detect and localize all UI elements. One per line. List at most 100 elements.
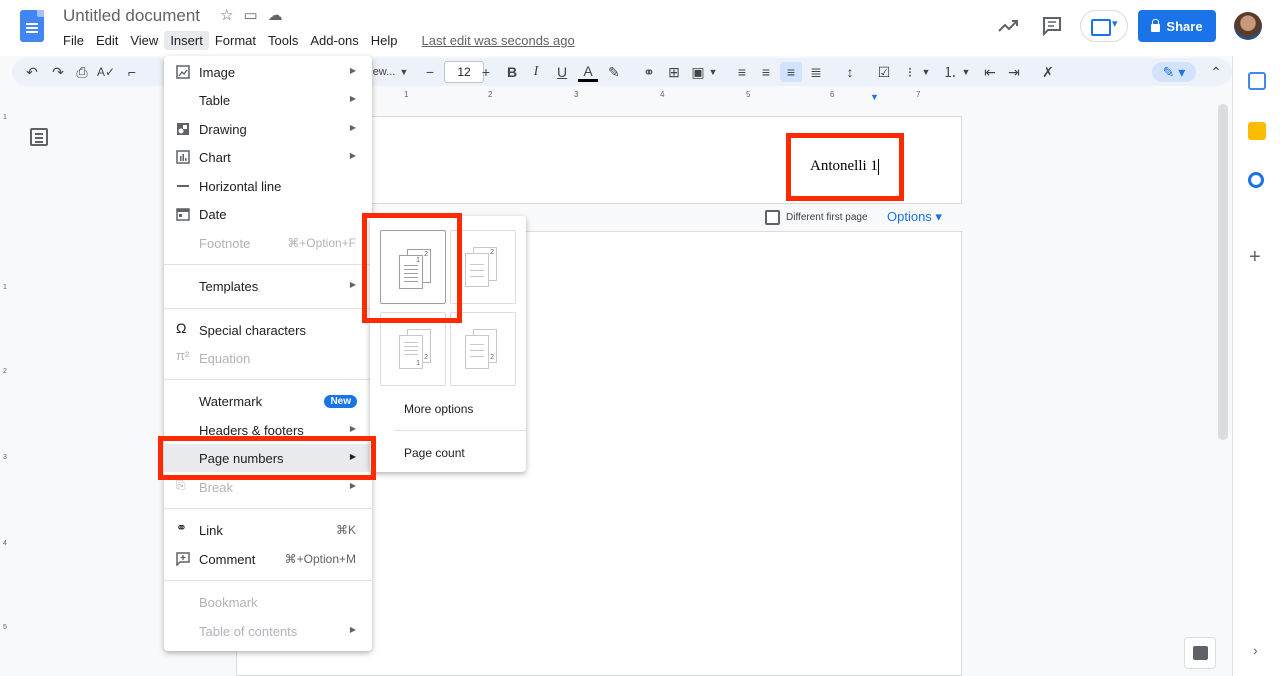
move-folder-icon[interactable]: ▭ [243, 6, 257, 24]
ruler-mark: 1 [3, 284, 7, 291]
menu-item-image[interactable]: Image ▶ [164, 58, 372, 86]
submenu-arrow-icon: ▶ [349, 280, 356, 289]
thumb-page-number: 2 [490, 249, 494, 256]
add-on-plus-icon[interactable]: + [1249, 246, 1261, 269]
menu-bar: File Edit View Insert Format Tools Add-o… [57, 31, 581, 50]
scrollbar[interactable] [1218, 104, 1228, 440]
menu-view[interactable]: View [124, 31, 164, 50]
align-center-icon[interactable]: ≡ [756, 62, 776, 82]
share-button[interactable]: Share [1138, 10, 1216, 42]
document-title[interactable]: Untitled document [63, 6, 200, 26]
menu-item-label: Horizontal line [199, 179, 282, 194]
insert-link-icon[interactable]: ⚭ [638, 62, 660, 82]
menu-item-comment[interactable]: Comment ⌘+Option+M [164, 545, 372, 573]
numbered-list-icon[interactable]: ⒈ [940, 62, 960, 82]
chart-icon [176, 150, 190, 164]
submenu-arrow-icon: ▶ [349, 123, 356, 132]
chevron-down-icon[interactable]: ▼ [398, 62, 410, 82]
cloud-status-icon[interactable]: ☁ [268, 6, 283, 24]
shortcut-hint: ⌘K [335, 523, 356, 537]
increase-font-size-button[interactable]: + [476, 62, 496, 82]
ruler-mark: 2 [3, 368, 7, 375]
align-justify-icon[interactable]: ≣ [806, 62, 826, 82]
menu-item-chart[interactable]: Chart ▶ [164, 143, 372, 171]
chevron-down-icon[interactable]: ▼ [708, 62, 718, 82]
bold-icon[interactable]: B [502, 62, 522, 82]
menu-item-label: Image [199, 65, 236, 80]
text-color-icon[interactable]: A [578, 62, 598, 82]
menu-item-watermark[interactable]: Watermark New [164, 387, 372, 415]
menu-file[interactable]: File [57, 31, 90, 50]
line-spacing-icon[interactable]: ↕ [840, 62, 860, 82]
chevron-right-icon[interactable]: › [1253, 642, 1258, 658]
chevron-down-icon[interactable]: ▼ [960, 62, 972, 82]
activity-trend-icon[interactable] [996, 14, 1020, 38]
ruler-mark: 1 [404, 90, 409, 99]
highlight-color-icon[interactable]: ✎ [604, 62, 624, 82]
ruler-mark: 1 [3, 114, 7, 121]
menu-tools[interactable]: Tools [262, 31, 304, 50]
present-button[interactable] [1080, 10, 1128, 42]
align-left-icon[interactable]: ≡ [732, 62, 752, 82]
checklist-icon[interactable]: ☑ [874, 62, 894, 82]
menu-item-date[interactable]: Date [164, 200, 372, 228]
vertical-ruler[interactable]: 1 1 2 3 4 5 [0, 100, 12, 676]
underline-icon[interactable]: U [552, 62, 572, 82]
menu-item-equation[interactable]: π² Equation [164, 344, 372, 372]
menu-help[interactable]: Help [365, 31, 404, 50]
menu-edit[interactable]: Edit [90, 31, 124, 50]
redo-icon[interactable]: ↷ [48, 62, 68, 82]
docs-logo-icon[interactable] [20, 10, 44, 42]
different-first-page-checkbox[interactable] [765, 210, 780, 225]
menu-item-horizontal-line[interactable]: Horizontal line [164, 172, 372, 200]
italic-icon[interactable]: I [526, 62, 546, 82]
menu-item-table-of-contents[interactable]: Table of contents ▶ [164, 617, 372, 645]
document-outline-icon[interactable] [30, 128, 48, 146]
avatar[interactable] [1234, 12, 1262, 40]
page-number-option-footer-skip-first[interactable]: 2 [450, 312, 516, 386]
spellcheck-icon[interactable]: A✓ [96, 62, 116, 82]
submenu-arrow-icon: ▶ [349, 151, 356, 160]
add-comment-icon[interactable]: ⊞ [664, 62, 684, 82]
page-count-item[interactable]: Page count [404, 446, 465, 460]
link-icon: ⚭ [176, 520, 187, 535]
menu-item-footnote[interactable]: Footnote ⌘+Option+F [164, 229, 372, 257]
menu-item-bookmark[interactable]: Bookmark [164, 588, 372, 616]
undo-icon[interactable]: ↶ [22, 62, 42, 82]
insert-image-icon[interactable]: ▣ [688, 62, 708, 82]
align-right-icon[interactable]: ≡ [780, 62, 802, 82]
menu-item-label: Table [199, 93, 231, 108]
menu-item-templates[interactable]: Templates ▶ [164, 272, 372, 300]
paint-format-icon[interactable]: ⌐ [122, 62, 142, 82]
tasks-icon[interactable] [1248, 172, 1264, 188]
menu-item-label: Watermark [199, 394, 263, 409]
ruler-mark: 2 [488, 90, 493, 99]
decrease-font-size-button[interactable]: − [420, 62, 440, 82]
clear-formatting-icon[interactable]: ✗ [1038, 62, 1058, 82]
collapse-menus-icon[interactable]: ⌃ [1206, 62, 1226, 82]
page-number-option-footer-all[interactable]: 2 1 [380, 312, 446, 386]
print-icon[interactable]: ⎙ [72, 62, 92, 82]
menu-insert[interactable]: Insert [164, 31, 209, 50]
menu-item-link[interactable]: ⚭ Link ⌘K [164, 516, 372, 544]
decrease-indent-icon[interactable]: ⇤ [980, 62, 1000, 82]
menu-item-drawing[interactable]: Drawing ▶ [164, 115, 372, 143]
menu-item-special-characters[interactable]: Ω Special characters [164, 316, 372, 344]
share-label: Share [1166, 18, 1203, 34]
star-icon[interactable]: ☆ [220, 6, 233, 24]
keep-icon[interactable] [1248, 122, 1266, 140]
menu-format[interactable]: Format [209, 31, 262, 50]
header-options-dropdown[interactable]: Options ▾ [887, 209, 942, 225]
comment-history-icon[interactable] [1040, 14, 1064, 38]
editing-mode-button[interactable]: ✎ ▾ [1152, 62, 1196, 82]
bulleted-list-icon[interactable]: ⁝ [900, 62, 920, 82]
menu-item-table[interactable]: Table ▶ [164, 86, 372, 114]
more-options-item[interactable]: More options [404, 402, 473, 416]
menu-add-ons[interactable]: Add-ons [304, 31, 364, 50]
chevron-down-icon[interactable]: ▼ [920, 62, 932, 82]
calendar-icon[interactable] [1248, 72, 1266, 90]
right-indent-marker[interactable]: ▼ [870, 92, 879, 102]
last-edit-link[interactable]: Last edit was seconds ago [416, 31, 581, 50]
increase-indent-icon[interactable]: ⇥ [1004, 62, 1024, 82]
explore-button[interactable] [1184, 637, 1216, 669]
